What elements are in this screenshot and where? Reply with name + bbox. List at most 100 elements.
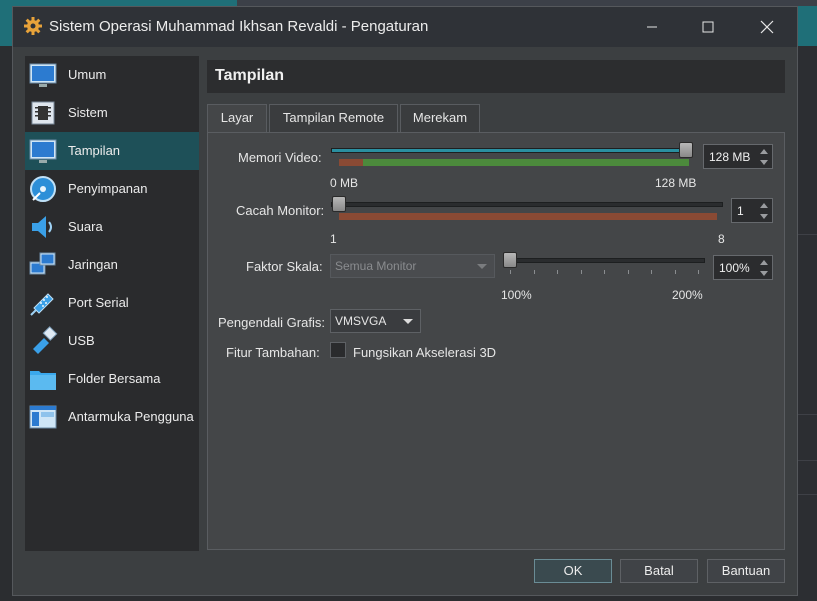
slider-fill [332, 149, 683, 152]
monitor-general-icon [29, 63, 57, 87]
tab-label: Tampilan Remote [282, 110, 385, 125]
cancel-button[interactable]: Batal [620, 559, 698, 583]
sidebar-item-umum[interactable]: Umum [25, 56, 199, 94]
usb-icon [33, 326, 58, 354]
sidebar-item-label: Penyimpanan [68, 181, 148, 196]
close-icon [760, 20, 774, 34]
tab-tampilan-remote[interactable]: Tampilan Remote [269, 104, 398, 132]
scale-factor-min-label: 100% [501, 288, 532, 302]
chevron-down-icon [760, 213, 768, 219]
display-icon [29, 139, 57, 163]
video-memory-min-label: 0 MB [330, 176, 359, 190]
chevron-down-icon [760, 270, 768, 276]
page-title: Tampilan [215, 67, 285, 84]
video-memory-spinbox[interactable]: 128 MB [703, 144, 773, 169]
slider-zone-green [363, 159, 689, 166]
graphics-controller-combobox[interactable]: VMSVGA [330, 309, 421, 333]
spin-up-button[interactable] [757, 257, 771, 267]
spin-up-button[interactable] [757, 200, 771, 210]
settings-window: Sistem Operasi Muhammad Ikhsan Revaldi -… [12, 6, 798, 596]
sidebar-item-label: Folder Bersama [68, 371, 161, 386]
close-button[interactable] [744, 7, 790, 47]
spin-down-button[interactable] [757, 157, 771, 167]
maximize-icon [702, 21, 714, 33]
video-memory-label: Memori Video: [238, 150, 322, 165]
spin-down-button[interactable] [757, 211, 771, 221]
scale-factor-label: Faktor Skala: [246, 259, 323, 274]
scale-factor-max-label: 200% [672, 288, 703, 302]
extended-features-label: Fitur Tambahan: [226, 345, 320, 360]
enable-3d-acceleration-checkbox[interactable] [330, 342, 346, 358]
slider-zone-red [339, 213, 717, 220]
chevron-up-icon [760, 148, 768, 154]
title-bar[interactable]: Sistem Operasi Muhammad Ikhsan Revaldi -… [13, 7, 797, 47]
minimize-icon [647, 26, 657, 28]
slider-tick [674, 270, 676, 274]
sidebar-item-label: Sistem [68, 105, 108, 120]
tab-layar[interactable]: Layar [207, 104, 267, 133]
network-icon [29, 252, 56, 275]
background-window-edge [798, 46, 817, 601]
button-label: OK [563, 563, 583, 578]
spinbox-value: 128 MB [709, 150, 751, 164]
settings-sidebar: Umum Sistem Tampilan Penyimpanan Suara J… [25, 56, 199, 551]
help-button[interactable]: Bantuan [707, 559, 785, 583]
slider-tick [651, 270, 652, 274]
sidebar-item-label: Jaringan [68, 257, 118, 272]
slider-tick [557, 270, 558, 274]
tab-label: Merekam [412, 110, 468, 125]
sidebar-item-folder-bersama[interactable]: Folder Bersama [25, 360, 199, 398]
spin-up-button[interactable] [757, 146, 771, 156]
sidebar-item-penyimpanan[interactable]: Penyimpanan [25, 170, 199, 208]
sidebar-item-tampilan[interactable]: Tampilan [25, 132, 199, 170]
slider-tick [604, 270, 605, 274]
sidebar-item-label: Tampilan [68, 143, 121, 158]
sidebar-item-label: Umum [68, 67, 107, 82]
chevron-up-icon [760, 259, 768, 265]
slider-handle[interactable] [503, 252, 517, 268]
tab-merekam[interactable]: Merekam [400, 104, 480, 132]
monitor-count-label: Cacah Monitor: [236, 203, 325, 218]
sidebar-item-suara[interactable]: Suara [25, 208, 199, 246]
sidebar-item-label: Antarmuka Pengguna [68, 409, 194, 424]
gear-icon [24, 17, 42, 35]
spinbox-value: 1 [737, 204, 744, 218]
chip-icon [31, 101, 55, 125]
scale-factor-spinbox[interactable]: 100% [713, 255, 773, 280]
slider-tick [533, 270, 535, 274]
window-title: Sistem Operasi Muhammad Ikhsan Revaldi -… [49, 18, 429, 35]
monitor-count-min-label: 1 [330, 232, 337, 246]
combobox-value: Semua Monitor [335, 259, 417, 273]
sidebar-item-port-serial[interactable]: Port Serial [25, 284, 199, 322]
sidebar-item-sistem[interactable]: Sistem [25, 94, 199, 132]
slider-zone-red [339, 159, 363, 166]
ok-button[interactable]: OK [534, 559, 612, 583]
graphics-controller-label: Pengendali Grafis: [218, 315, 325, 330]
enable-3d-acceleration-label[interactable]: Fungsikan Akselerasi 3D [353, 345, 496, 360]
tab-label: Layar [220, 110, 254, 125]
video-memory-max-label: 128 MB [655, 176, 697, 190]
maximize-button[interactable] [685, 7, 731, 47]
slider-handle[interactable] [679, 142, 693, 158]
speaker-icon [32, 216, 52, 238]
slider-handle[interactable] [332, 196, 346, 212]
slider-track [331, 202, 723, 207]
sidebar-item-label: Port Serial [68, 295, 129, 310]
sidebar-item-label: USB [68, 333, 95, 348]
spin-down-button[interactable] [757, 268, 771, 278]
tab-content-panel [207, 132, 785, 550]
combobox-value: VMSVGA [335, 314, 387, 328]
sidebar-item-antarmuka-pengguna[interactable]: Antarmuka Pengguna [25, 398, 199, 436]
sidebar-item-usb[interactable]: USB [25, 322, 199, 360]
slider-tick [580, 270, 582, 274]
folder-icon [30, 371, 56, 390]
sidebar-item-label: Suara [68, 219, 103, 234]
button-label: Bantuan [721, 563, 771, 578]
chevron-up-icon [760, 202, 768, 208]
minimize-button[interactable] [629, 7, 675, 47]
monitor-count-spinbox[interactable]: 1 [731, 198, 773, 223]
sidebar-item-jaringan[interactable]: Jaringan [25, 246, 199, 284]
scale-monitor-combobox[interactable]: Semua Monitor [330, 254, 495, 278]
page-header: Tampilan [207, 60, 785, 93]
monitor-count-max-label: 8 [718, 232, 725, 246]
